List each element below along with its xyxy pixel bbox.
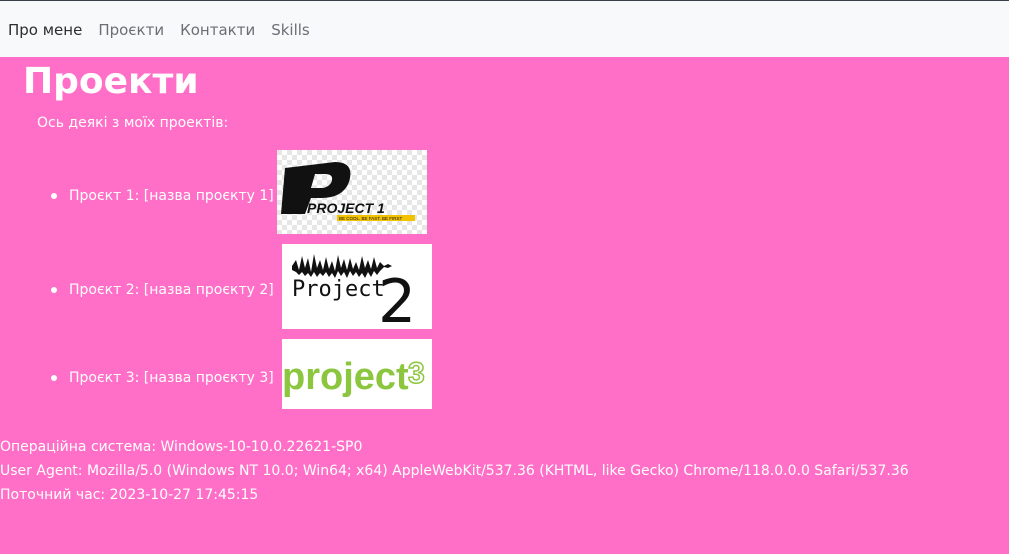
project-item-3: Проєкт 3: [назва проєкту 3]	[51, 368, 274, 388]
nav-item-projects[interactable]: Проєкти	[98, 21, 164, 39]
svg-text:2: 2	[378, 267, 416, 329]
svg-text:project: project	[282, 356, 409, 398]
project-3-logo: project 3	[282, 339, 432, 409]
nav-menu: Про мене Проєкти Контакти Skills	[8, 21, 326, 39]
project-1-logo: PROJECT 1 BE COOL. BE FAST. BE FIRST	[277, 150, 427, 234]
bullet-icon	[51, 193, 57, 199]
current-time-info: Поточний час: 2023-10-27 17:45:15	[0, 487, 259, 503]
projects-intro: Ось деякі з моїх проектів:	[37, 115, 229, 131]
project-item-1: Проєкт 1: [назва проєкту 1]	[51, 186, 274, 206]
project-label: Проєкт 1: [назва проєкту 1]	[69, 188, 274, 204]
project-label: Проєкт 3: [назва проєкту 3]	[69, 370, 274, 386]
nav-item-contacts[interactable]: Контакти	[180, 21, 255, 39]
svg-text:3: 3	[408, 357, 425, 390]
os-info: Операційна система: Windows-10-10.0.2262…	[0, 439, 363, 455]
navbar: Про мене Проєкти Контакти Skills	[0, 0, 1009, 57]
svg-text:PROJECT 1: PROJECT 1	[307, 200, 385, 216]
project-2-logo: Project 2	[282, 244, 432, 329]
project-item-2: Проєкт 2: [назва проєкту 2]	[51, 280, 274, 300]
nav-item-skills[interactable]: Skills	[271, 21, 310, 39]
bullet-icon	[51, 287, 57, 293]
bullet-icon	[51, 375, 57, 381]
svg-text:BE COOL. BE FAST. BE FIRST: BE COOL. BE FAST. BE FIRST	[339, 216, 403, 221]
nav-item-about[interactable]: Про мене	[8, 21, 82, 39]
project-label: Проєкт 2: [назва проєкту 2]	[69, 282, 274, 298]
user-agent-info: User Agent: Mozilla/5.0 (Windows NT 10.0…	[0, 463, 909, 479]
svg-text:Project: Project	[292, 277, 385, 302]
page-title: Проекти	[23, 61, 199, 102]
